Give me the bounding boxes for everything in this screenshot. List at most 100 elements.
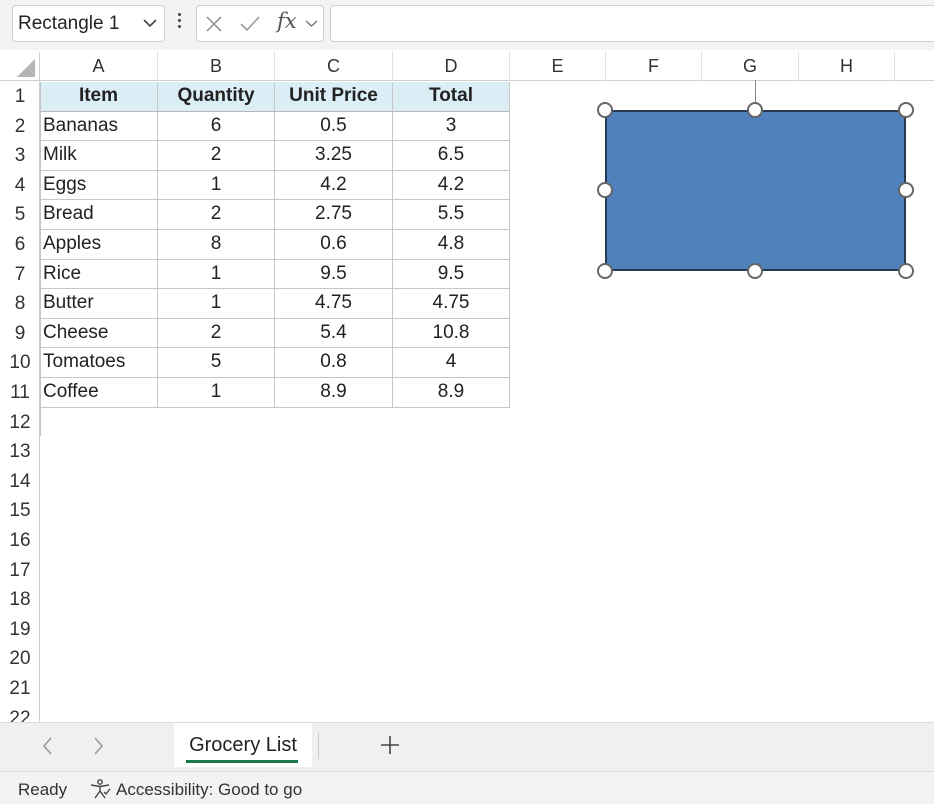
cell-item[interactable]: Bananas [40,111,158,142]
cell-unit-price[interactable]: 3.25 [275,141,393,171]
cell-item[interactable]: Milk [40,141,158,171]
cell-item[interactable]: Cheese [40,318,158,349]
header-cell-unit-price[interactable]: Unit Price [275,82,393,112]
resize-handle-top-right[interactable] [898,102,914,118]
cell-quantity[interactable]: 1 [158,170,275,201]
formula-bar: Rectangle 1 fx [0,0,934,50]
row-header-14[interactable]: 14 [0,467,40,497]
cell-quantity[interactable]: 6 [158,111,275,142]
enter-check-icon[interactable] [239,15,261,33]
cell-total[interactable]: 10.8 [393,318,510,349]
chevron-down-icon[interactable] [305,19,318,28]
cell-item[interactable]: Rice [40,259,158,290]
resize-handle-right[interactable] [898,182,914,198]
column-header-e[interactable]: E [510,52,606,81]
cell-total[interactable]: 4.8 [393,230,510,260]
cell-total[interactable]: 5.5 [393,200,510,230]
cell-quantity[interactable]: 1 [158,378,275,408]
cell-total[interactable]: 6.5 [393,141,510,171]
cell-total[interactable]: 8.9 [393,378,510,408]
row-header-8[interactable]: 8 [0,289,40,319]
row-header-6[interactable]: 6 [0,230,40,260]
cell-total[interactable]: 3 [393,111,510,142]
cell-total[interactable]: 4.75 [393,289,510,319]
resize-handle-top[interactable] [747,102,763,118]
row-header-10[interactable]: 10 [0,348,40,378]
cell-item[interactable]: Eggs [40,170,158,201]
resize-handle-left[interactable] [597,182,613,198]
more-options-icon[interactable] [176,13,182,33]
row-header-18[interactable]: 18 [0,585,40,615]
resize-handle-bottom-left[interactable] [597,263,613,279]
row-header-20[interactable]: 20 [0,644,40,674]
cancel-icon[interactable] [205,15,223,33]
column-header-f[interactable]: F [606,52,702,81]
add-sheet-icon[interactable] [378,733,402,757]
header-cell-item[interactable]: Item [40,82,158,112]
row-header-16[interactable]: 16 [0,526,40,556]
cell-quantity[interactable]: 1 [158,289,275,319]
chevron-left-icon[interactable] [38,735,58,757]
insert-function-icon[interactable]: fx [277,9,297,33]
row-header-4[interactable]: 4 [0,171,40,201]
chevron-right-icon[interactable] [88,735,108,757]
cell-quantity[interactable]: 2 [158,200,275,230]
cell-unit-price[interactable]: 4.75 [275,289,393,319]
formula-input[interactable] [330,5,934,42]
tab-grocery-list[interactable]: Grocery List [174,723,312,767]
cell-item[interactable]: Coffee [40,378,158,408]
column-header-h[interactable]: H [799,52,895,81]
row-header-13[interactable]: 13 [0,437,40,467]
cell-unit-price[interactable]: 0.8 [275,348,393,378]
cell-total[interactable]: 4.2 [393,170,510,201]
cell-item[interactable]: Butter [40,289,158,319]
row-header-9[interactable]: 9 [0,319,40,349]
cell-unit-price[interactable]: 5.4 [275,318,393,349]
chevron-down-icon[interactable] [143,18,157,28]
header-cell-total[interactable]: Total [393,82,510,112]
cell-unit-price[interactable]: 0.5 [275,111,393,142]
rectangle-shape[interactable] [605,110,906,271]
cell-quantity[interactable]: 5 [158,348,275,378]
name-box[interactable]: Rectangle 1 [12,5,165,42]
select-all-corner[interactable] [0,52,40,81]
cell-unit-price[interactable]: 4.2 [275,170,393,201]
row-header-5[interactable]: 5 [0,200,40,230]
row-header-22[interactable]: 22 [0,704,40,722]
cell-item[interactable]: Apples [40,230,158,260]
row-header-3[interactable]: 3 [0,141,40,171]
status-accessibility[interactable]: Accessibility: Good to go [116,780,302,800]
cell-unit-price[interactable]: 0.6 [275,230,393,260]
cell-quantity[interactable]: 2 [158,141,275,171]
header-cell-quantity[interactable]: Quantity [158,82,275,112]
resize-handle-top-left[interactable] [597,102,613,118]
cell-item[interactable]: Tomatoes [40,348,158,378]
cell-unit-price[interactable]: 8.9 [275,378,393,408]
row-header-2[interactable]: 2 [0,112,40,142]
column-header-c[interactable]: C [275,52,393,81]
row-header-1[interactable]: 1 [0,82,40,112]
row-header-21[interactable]: 21 [0,674,40,704]
accessibility-icon[interactable] [88,778,112,800]
column-header-d[interactable]: D [393,52,510,81]
column-header-a[interactable]: A [40,52,158,81]
cell-quantity[interactable]: 2 [158,318,275,349]
cell-total[interactable]: 9.5 [393,259,510,290]
row-header-12[interactable]: 12 [0,408,40,438]
cell-total[interactable]: 4 [393,348,510,378]
cell-quantity[interactable]: 8 [158,230,275,260]
row-header-7[interactable]: 7 [0,260,40,290]
row-header-17[interactable]: 17 [0,556,40,586]
resize-handle-bottom[interactable] [747,263,763,279]
cell-unit-price[interactable]: 2.75 [275,200,393,230]
row-header-19[interactable]: 19 [0,615,40,645]
column-header-b[interactable]: B [158,52,275,81]
row-header-11[interactable]: 11 [0,378,40,408]
cell-unit-price[interactable]: 9.5 [275,259,393,290]
column-header-g[interactable]: G [702,52,799,81]
resize-handle-bottom-right[interactable] [898,263,914,279]
cell-item[interactable]: Bread [40,200,158,230]
worksheet-grid[interactable]: A B C D E F G H 1 2 3 4 5 6 7 8 9 10 11 12 13 14 15 16 1… [0,52,934,722]
row-header-15[interactable]: 15 [0,496,40,526]
cell-quantity[interactable]: 1 [158,259,275,290]
